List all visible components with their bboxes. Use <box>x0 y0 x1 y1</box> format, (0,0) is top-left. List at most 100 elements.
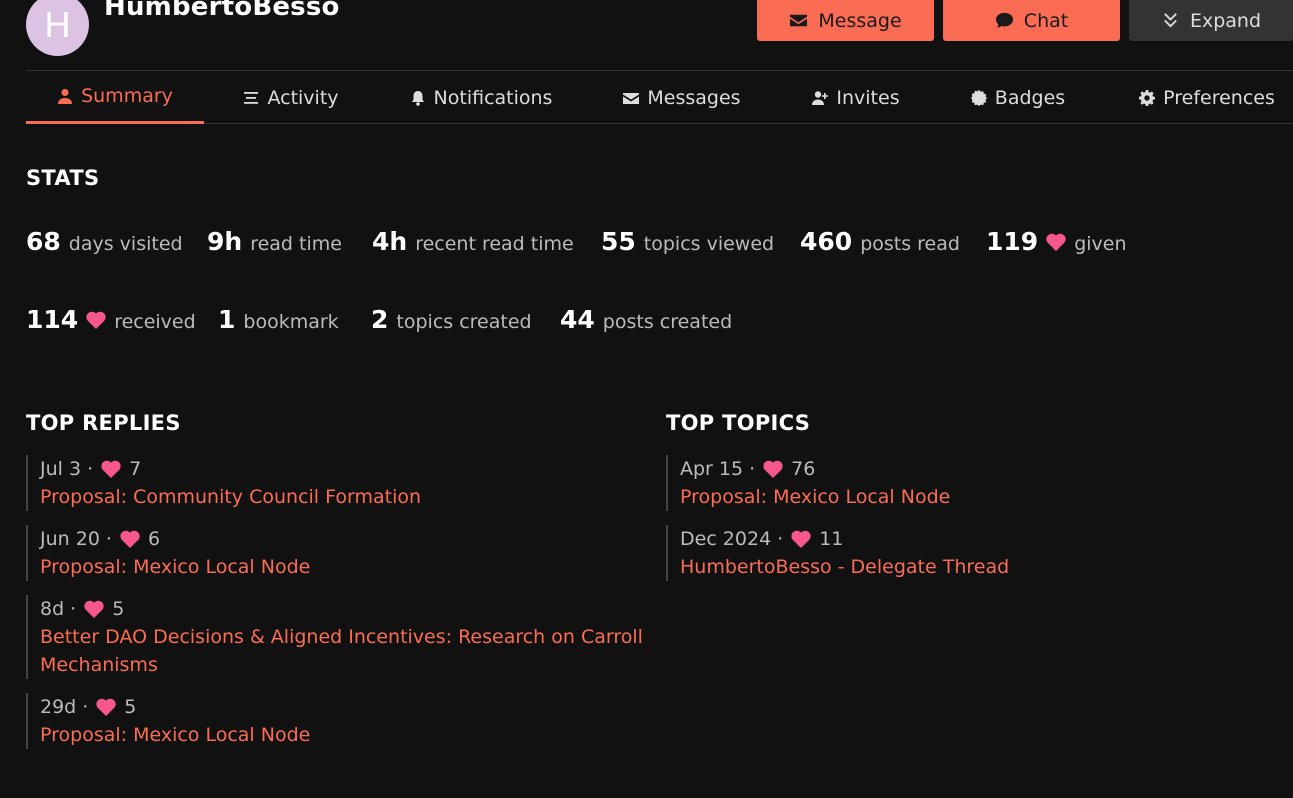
item-link[interactable]: HumbertoBesso - Delegate Thread <box>680 553 1266 581</box>
user-icon <box>58 89 73 104</box>
message-button-label: Message <box>818 9 902 32</box>
stat-topics-created: 2 topics created <box>371 305 532 334</box>
bell-icon <box>411 90 424 106</box>
stat-value: 2 <box>371 305 389 334</box>
tab-summary[interactable]: Summary <box>26 71 204 124</box>
heart-icon <box>791 530 811 548</box>
tab-preferences[interactable]: Preferences <box>1104 71 1293 124</box>
stat-label: topics viewed <box>643 233 775 255</box>
item-meta: Jun 20 · 6 <box>40 525 646 553</box>
tab-label: Notifications <box>433 86 553 109</box>
heart-icon <box>763 460 783 478</box>
list-icon <box>244 91 259 104</box>
item-likes: 76 <box>791 458 816 480</box>
item-date[interactable]: Jul 3 <box>40 455 81 483</box>
tab-invites[interactable]: Invites <box>780 71 932 124</box>
stat-posts-read: 460 posts read <box>800 227 960 256</box>
item-link[interactable]: Better DAO Decisions & Aligned Incentive… <box>40 623 646 679</box>
stat-label: bookmark <box>243 311 339 333</box>
item-meta: Dec 2024 · 11 <box>680 525 1266 553</box>
profile-nav: Summary Activity Notifications Messages … <box>26 70 1293 124</box>
tab-label: Messages <box>647 86 741 109</box>
stats-heading: STATS <box>26 166 100 190</box>
stat-value: 55 <box>601 227 636 256</box>
list-item: 8d · 5 Better DAO Decisions & Aligned In… <box>26 595 646 679</box>
comment-icon <box>995 12 1013 29</box>
expand-button-label: Expand <box>1189 9 1262 32</box>
avatar[interactable]: H <box>26 0 89 56</box>
stat-topics-viewed: 55 topics viewed <box>601 227 774 256</box>
stat-value: 1 <box>218 305 236 334</box>
tab-badges[interactable]: Badges <box>932 71 1104 124</box>
item-likes: 5 <box>112 598 125 620</box>
item-likes: 7 <box>129 458 142 480</box>
stat-read-time: 9h read time <box>207 227 342 256</box>
heart-icon <box>101 460 121 478</box>
item-date[interactable]: Jun 20 <box>40 525 100 553</box>
username[interactable]: HumbertoBesso <box>104 0 340 22</box>
list-item: Dec 2024 · 11 HumbertoBesso - Delegate T… <box>666 525 1266 581</box>
item-date[interactable]: 29d <box>40 693 76 721</box>
item-link[interactable]: Proposal: Community Council Formation <box>40 483 646 511</box>
item-date[interactable]: Apr 15 <box>680 455 743 483</box>
item-date[interactable]: Dec 2024 <box>680 525 771 553</box>
tab-label: Summary <box>81 85 173 107</box>
stat-label: recent read time <box>415 233 574 255</box>
item-meta: Jul 3 · 7 <box>40 455 646 483</box>
list-item: Apr 15 · 76 Proposal: Mexico Local Node <box>666 455 1266 511</box>
item-link[interactable]: Proposal: Mexico Local Node <box>40 553 646 581</box>
tab-label: Preferences <box>1163 86 1275 109</box>
envelope-icon <box>623 92 640 104</box>
stat-label: posts read <box>860 233 960 255</box>
heart-icon <box>120 530 140 548</box>
stat-label: given <box>1074 233 1127 255</box>
stat-value: 68 <box>26 227 61 256</box>
gear-icon <box>1139 89 1156 106</box>
separator: · <box>82 696 89 718</box>
chat-button[interactable]: Chat <box>943 0 1120 41</box>
stat-value: 460 <box>800 227 853 256</box>
stat-likes-received: 114 received <box>26 305 196 334</box>
item-likes: 11 <box>819 528 844 550</box>
tab-messages[interactable]: Messages <box>584 71 780 124</box>
stat-bookmark: 1 bookmark <box>218 305 339 334</box>
item-likes: 5 <box>124 696 137 718</box>
list-item: Jul 3 · 7 Proposal: Community Council Fo… <box>26 455 646 511</box>
heart-icon <box>1046 233 1066 251</box>
stat-value: 114 <box>26 305 79 334</box>
stat-label: posts created <box>602 311 733 333</box>
heart-icon <box>96 698 116 716</box>
separator: · <box>87 458 94 480</box>
item-link[interactable]: Proposal: Mexico Local Node <box>40 721 646 749</box>
tab-activity[interactable]: Activity <box>204 71 378 124</box>
stat-label: read time <box>250 233 342 255</box>
separator: · <box>777 528 784 550</box>
heart-icon <box>84 600 104 618</box>
top-replies-list: Jul 3 · 7 Proposal: Community Council Fo… <box>26 455 646 763</box>
envelope-icon <box>790 14 808 27</box>
user-plus-icon <box>812 90 829 105</box>
expand-button[interactable]: Expand <box>1129 0 1293 41</box>
stat-posts-created: 44 posts created <box>560 305 732 334</box>
heart-icon <box>86 311 106 329</box>
list-item: Jun 20 · 6 Proposal: Mexico Local Node <box>26 525 646 581</box>
item-date[interactable]: 8d <box>40 595 64 623</box>
top-topics-heading: TOP TOPICS <box>666 411 811 435</box>
item-link[interactable]: Proposal: Mexico Local Node <box>680 483 1266 511</box>
stat-value: 119 <box>986 227 1039 256</box>
stat-days-visited: 68 days visited <box>26 227 183 256</box>
stat-likes-given: 119 given <box>986 227 1127 256</box>
tab-notifications[interactable]: Notifications <box>378 71 584 124</box>
item-likes: 6 <box>147 528 161 550</box>
item-meta: 8d · 5 <box>40 595 646 623</box>
top-topics-list: Apr 15 · 76 Proposal: Mexico Local Node … <box>666 455 1266 595</box>
message-button[interactable]: Message <box>757 0 934 41</box>
item-meta: Apr 15 · 76 <box>680 455 1266 483</box>
chat-button-label: Chat <box>1023 9 1069 32</box>
stat-recent-read-time: 4h recent read time <box>372 227 574 256</box>
tab-label: Invites <box>836 86 900 109</box>
list-item: 29d · 5 Proposal: Mexico Local Node <box>26 693 646 749</box>
top-replies-heading: TOP REPLIES <box>26 411 181 435</box>
item-meta: 29d · 5 <box>40 693 646 721</box>
stat-label: topics created <box>396 311 532 333</box>
